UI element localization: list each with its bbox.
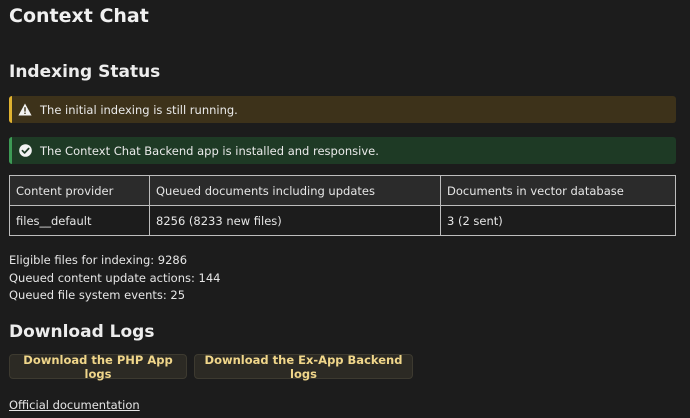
backend-success-notice: The Context Chat Backend app is installe… <box>9 137 676 164</box>
stat-queued-actions: Queued content update actions: 144 <box>9 270 221 285</box>
notice-accent-bar <box>9 137 12 164</box>
column-header-content-provider: Content provider <box>9 175 150 206</box>
column-header-queued-documents: Queued documents including updates <box>149 175 441 206</box>
context-chat-settings: Context Chat Indexing Status The initial… <box>0 0 690 418</box>
indexing-status-heading: Indexing Status <box>9 62 161 82</box>
table-header-row: Content provider Queued documents includ… <box>9 175 676 206</box>
column-header-vector-documents: Documents in vector database <box>440 175 676 206</box>
official-documentation-link[interactable]: Official documentation <box>9 398 140 412</box>
indexing-warning-notice: The initial indexing is still running. <box>9 96 676 123</box>
cell-queued-documents: 8256 (8233 new files) <box>149 205 441 236</box>
warning-text: The initial indexing is still running. <box>40 102 238 117</box>
cell-content-provider: files__default <box>9 205 150 236</box>
indexing-status-table: Content provider Queued documents includ… <box>9 175 676 236</box>
download-logs-heading: Download Logs <box>9 322 155 342</box>
download-exapp-logs-button[interactable]: Download the Ex-App Backend logs <box>194 353 413 381</box>
download-php-logs-button[interactable]: Download the PHP App logs <box>9 353 187 381</box>
notice-accent-bar <box>9 96 12 123</box>
page-title: Context Chat <box>9 5 149 27</box>
success-text: The Context Chat Backend app is installe… <box>40 143 379 158</box>
warning-triangle-icon <box>18 103 32 117</box>
indexing-stats: Eligible files for indexing: 9286 Queued… <box>9 252 220 305</box>
cell-vector-documents: 3 (2 sent) <box>440 205 676 236</box>
table-row: files__default 8256 (8233 new files) 3 (… <box>9 205 676 236</box>
stat-eligible-files: Eligible files for indexing: 9286 <box>9 253 188 267</box>
stat-queued-events: Queued file system events: 25 <box>9 288 186 302</box>
check-circle-icon <box>18 144 32 158</box>
